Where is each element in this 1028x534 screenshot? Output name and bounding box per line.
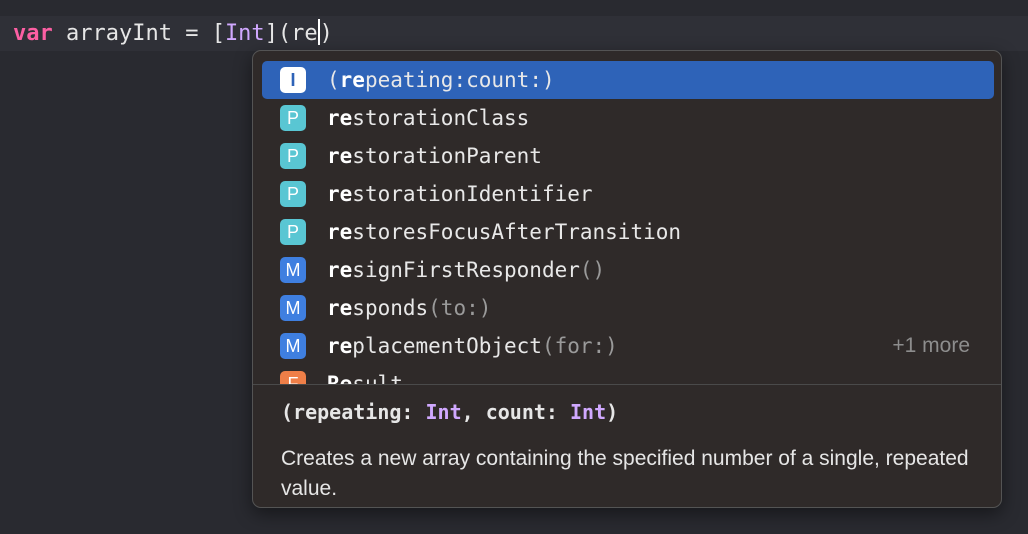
type-name: Int: [224, 21, 265, 46]
completion-label: resignFirstResponder(): [327, 251, 605, 289]
label-params: (for:): [541, 334, 618, 358]
autocomplete-popup[interactable]: I (repeating:count:) P restorationClass …: [252, 50, 1002, 508]
completion-item[interactable]: P restorationParent: [262, 137, 994, 175]
label-rest: storesFocusAfterTransition: [352, 220, 682, 244]
property-badge-icon: P: [280, 219, 306, 245]
completion-label: Result: [327, 365, 403, 385]
label-match: re: [327, 182, 353, 206]
variable-declaration: arrayInt = [: [52, 21, 225, 46]
completion-item[interactable]: P restorationIdentifier: [262, 175, 994, 213]
completion-list[interactable]: I (repeating:count:) P restorationClass …: [253, 59, 1001, 385]
property-badge-icon: P: [280, 143, 306, 169]
closing-paren: ): [319, 21, 333, 46]
label-prefix: (: [327, 68, 340, 92]
initializer-text: ](re: [264, 21, 318, 46]
completion-item[interactable]: M replacementObject(for:) +1 more: [262, 327, 994, 365]
sig-type: Int: [425, 400, 462, 424]
label-match: re: [327, 220, 353, 244]
completion-item[interactable]: P restoresFocusAfterTransition: [262, 213, 994, 251]
property-badge-icon: P: [280, 181, 306, 207]
method-badge-icon: M: [280, 257, 306, 283]
popup-divider: [253, 384, 1001, 385]
method-badge-icon: M: [280, 295, 306, 321]
label-rest: storationParent: [352, 144, 542, 168]
completion-label: replacementObject(for:): [327, 327, 618, 365]
label-match: re: [327, 334, 353, 358]
label-rest: placementObject: [352, 334, 542, 358]
label-params: (): [579, 258, 606, 282]
completion-label: responds(to:): [327, 289, 491, 327]
description-text: Creates a new array containing the speci…: [281, 447, 969, 500]
completion-item[interactable]: F Result: [262, 365, 994, 385]
completion-label: (repeating:count:): [327, 61, 555, 99]
code-text[interactable]: var arrayInt = [Int](re): [13, 16, 333, 51]
completion-label: restorationIdentifier: [327, 175, 593, 213]
label-rest: signFirstResponder: [352, 258, 580, 282]
property-badge-icon: P: [280, 105, 306, 131]
signature: (repeating: Int, count: Int): [281, 394, 981, 430]
current-code-line[interactable]: var arrayInt = [Int](re): [0, 16, 1028, 51]
label-match: re: [327, 258, 353, 282]
sig-close: ): [606, 400, 619, 424]
label-match: re: [327, 144, 353, 168]
completion-label: restoresFocusAfterTransition: [327, 213, 681, 251]
code-editor[interactable]: var arrayInt = [Int](re) I (repeating:co…: [0, 0, 1028, 534]
completion-label: restorationClass: [327, 99, 529, 137]
completion-item[interactable]: I (repeating:count:): [262, 61, 994, 99]
completion-label: restorationParent: [327, 137, 542, 175]
completion-item[interactable]: M resignFirstResponder(): [262, 251, 994, 289]
sig-mid: , count:: [461, 400, 570, 424]
label-match: re: [327, 296, 353, 320]
sig-type: Int: [570, 400, 607, 424]
function-badge-icon: F: [280, 371, 306, 385]
label-match: re: [327, 106, 353, 130]
more-overloads-label[interactable]: +1 more: [892, 327, 970, 365]
label-rest: sponds: [352, 296, 429, 320]
completion-item[interactable]: P restorationClass: [262, 99, 994, 137]
initializer-badge-icon: I: [280, 67, 306, 93]
completion-detail: (repeating: Int, count: Int) Creates a n…: [281, 394, 981, 504]
completion-item[interactable]: M responds(to:): [262, 289, 994, 327]
label-rest: storationClass: [352, 106, 530, 130]
keyword-var: var: [13, 21, 53, 46]
label-rest: storationIdentifier: [352, 182, 593, 206]
sig-open: (repeating:: [281, 400, 426, 424]
label-match: re: [339, 68, 365, 92]
label-params: (to:): [428, 296, 492, 320]
method-badge-icon: M: [280, 333, 306, 359]
label-rest: peating:count:): [364, 68, 555, 92]
